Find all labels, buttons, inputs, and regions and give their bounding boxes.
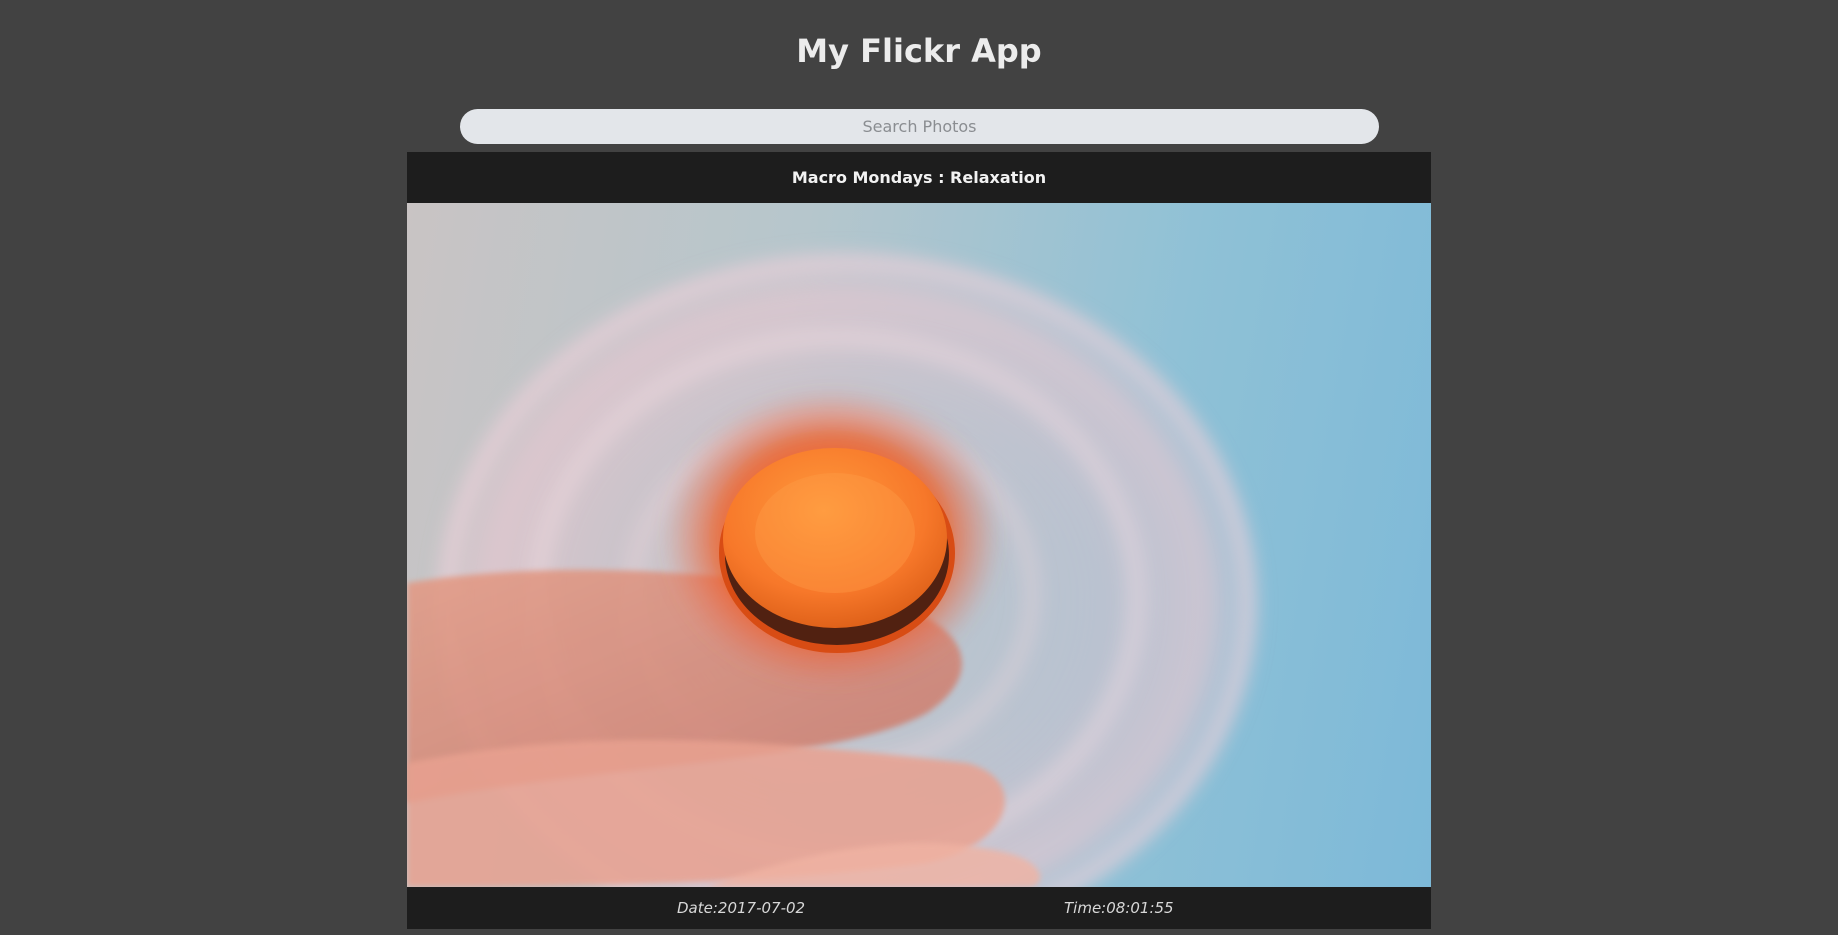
time-label: Time: [1064,899,1107,917]
date-label: Date: [677,899,718,917]
page-title: My Flickr App [796,32,1042,70]
search-input[interactable] [460,109,1379,144]
time-value: 08:01:55 [1106,899,1174,917]
photo-title: Macro Mondays : Relaxation [791,168,1047,187]
photo-card: Macro Mondays : Relaxation Date:2017-07-… [407,152,1431,929]
date-value: 2017-07-02 [717,899,806,917]
photo-time: Time:08:01:55 [1064,899,1174,917]
photo-image[interactable] [407,203,1431,887]
photo-date: Date:2017-07-02 [677,899,805,917]
photo-meta: Date:2017-07-02 Time:08:01:55 [407,887,1431,929]
fidget-spinner-photo [407,243,1267,887]
